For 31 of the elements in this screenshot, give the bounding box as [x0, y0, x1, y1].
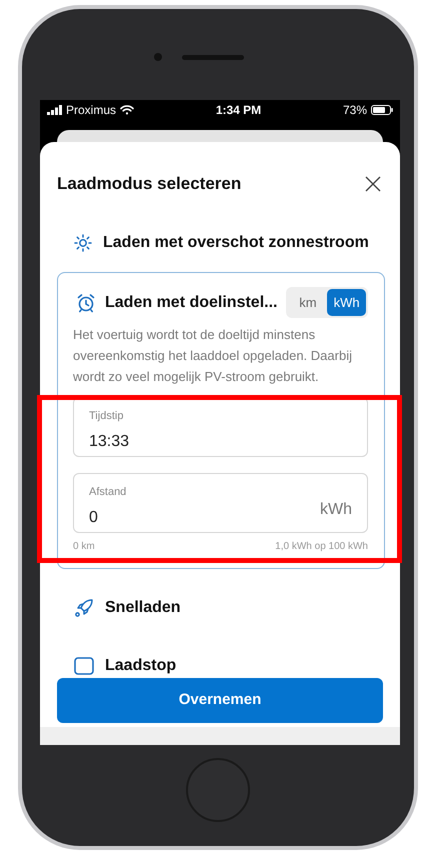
mode-option[interactable]: Laden met overschot zonnestroom [103, 231, 369, 255]
carrier-name: Proximus [66, 102, 116, 119]
field-value: 13:33 [89, 432, 130, 452]
battery-icon [371, 105, 393, 115]
camera-icon [154, 53, 162, 61]
apply-button[interactable]: Overnemen [57, 678, 383, 723]
mode-description: Het voertuig wordt tot de doeltijd minstens overeenkomstig het laaddoel opgeladen. Daarbij wordt zo veel mogelijk PV-stroom gebruikt. [73, 326, 353, 386]
signal-icon [47, 105, 62, 115]
sun-icon [74, 234, 92, 252]
field-label: Afstand [89, 485, 126, 500]
sheet-title: Laadmodus selecteren [57, 172, 242, 195]
speaker-icon [182, 55, 244, 60]
close-button[interactable] [364, 174, 382, 192]
mode-option[interactable]: Laadstop [105, 654, 176, 678]
input-field[interactable]: Afstand 0 kWh [73, 473, 368, 533]
unit-tab[interactable]: kWh [327, 289, 366, 316]
range-min-label: 0 km [73, 540, 95, 554]
input-field[interactable]: Tijdstip 13:33 [73, 397, 368, 457]
range-max-label: 1,0 kWh op 100 kWh [275, 540, 368, 554]
mode-option[interactable]: Snelladen [105, 596, 181, 620]
alarm-clock-icon [76, 292, 96, 312]
rocket-icon [74, 598, 94, 618]
battery-percent: 73% [342, 102, 367, 119]
mode-option[interactable]: Laden met doelinstel... [105, 290, 278, 314]
field-label: Tijdstip [89, 409, 124, 424]
stop-icon [74, 657, 94, 675]
status-time: 1:34 PM [216, 102, 262, 119]
wifi-icon [120, 105, 134, 115]
field-unit: kWh [320, 500, 352, 520]
field-value: 0 [89, 508, 99, 528]
unit-tab[interactable]: km [288, 289, 328, 316]
